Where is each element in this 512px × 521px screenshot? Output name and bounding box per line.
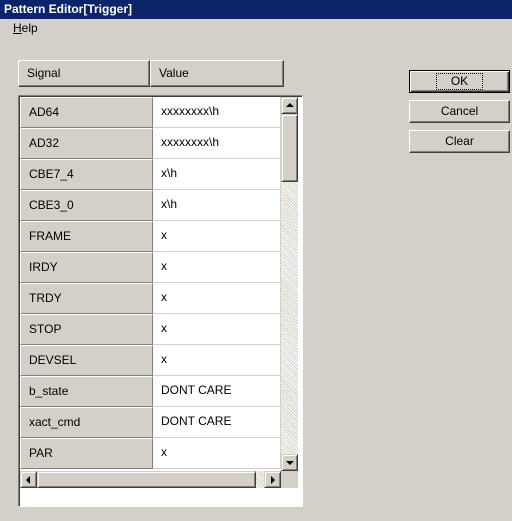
table-row[interactable]: AD64 xxxxxxxx\h [20, 97, 281, 128]
column-header-value[interactable]: Value [150, 60, 284, 87]
signal-value-cell[interactable]: x [153, 283, 281, 314]
column-header-signal[interactable]: Signal [18, 60, 150, 87]
vertical-scrollbar[interactable] [281, 97, 298, 471]
table-row[interactable]: DEVSEL x [20, 345, 281, 376]
grid-header: Signal Value [18, 60, 284, 87]
table-row[interactable]: TRDY x [20, 283, 281, 314]
signal-value-cell[interactable]: xxxxxxxx\h [153, 128, 281, 159]
title-bar[interactable]: Pattern Editor[Trigger] [0, 0, 512, 19]
scroll-right-button[interactable] [264, 471, 281, 488]
menu-bar: Help [0, 19, 512, 37]
clear-button[interactable]: Clear [409, 130, 510, 153]
arrow-up-icon [286, 103, 294, 107]
pattern-editor-window: Pattern Editor[Trigger] Help Signal Valu… [0, 0, 512, 521]
menu-help[interactable]: Help [11, 20, 40, 36]
arrow-left-icon [26, 476, 30, 484]
signal-value-cell[interactable]: x [153, 221, 281, 252]
signal-name-cell[interactable]: FRAME [20, 221, 153, 252]
signal-name-cell[interactable]: PAR [20, 438, 153, 469]
signal-name-cell[interactable]: CBE7_4 [20, 159, 153, 190]
signal-value-cell[interactable]: xxxxxxxx\h [153, 97, 281, 128]
signal-value-cell[interactable]: DONT CARE [153, 407, 281, 438]
signal-name-cell[interactable]: AD64 [20, 97, 153, 128]
table-row[interactable]: STOP x [20, 314, 281, 345]
horizontal-scrollbar[interactable] [20, 471, 281, 488]
signal-value-cell[interactable]: x [153, 314, 281, 345]
table-row[interactable]: IRDY x [20, 252, 281, 283]
scroll-up-button[interactable] [281, 97, 298, 114]
signal-value-cell[interactable]: x [153, 252, 281, 283]
scrollbar-corner [281, 471, 298, 488]
signal-name-cell[interactable]: DEVSEL [20, 345, 153, 376]
signal-grid-body: AD64 xxxxxxxx\h AD32 xxxxxxxx\h CBE7_4 x\h CBE… [19, 96, 302, 506]
menu-help-label: elp [21, 21, 38, 35]
signal-value-cell[interactable]: x\h [153, 159, 281, 190]
scroll-left-button[interactable] [20, 471, 37, 488]
window-title: Pattern Editor[Trigger] [4, 2, 133, 16]
signal-value-cell[interactable]: x [153, 345, 281, 376]
table-row[interactable]: xact_cmd DONT CARE [20, 407, 281, 438]
table-row[interactable]: CBE3_0 x\h [20, 190, 281, 221]
vertical-scroll-thumb[interactable] [281, 114, 298, 182]
signal-value-cell[interactable]: x\h [153, 190, 281, 221]
ok-button-label: OK [435, 73, 484, 90]
table-row[interactable]: FRAME x [20, 221, 281, 252]
signal-name-cell[interactable]: STOP [20, 314, 153, 345]
signal-value-cell[interactable]: DONT CARE [153, 376, 281, 407]
signal-name-cell[interactable]: TRDY [20, 283, 153, 314]
signal-name-cell[interactable]: IRDY [20, 252, 153, 283]
signal-name-cell[interactable]: b_state [20, 376, 153, 407]
table-row[interactable]: PAR x [20, 438, 281, 469]
grid-rows: AD64 xxxxxxxx\h AD32 xxxxxxxx\h CBE7_4 x\h CBE… [20, 97, 281, 469]
arrow-down-icon [286, 461, 294, 465]
cancel-button[interactable]: Cancel [409, 100, 510, 123]
signal-grid: AD64 xxxxxxxx\h AD32 xxxxxxxx\h CBE7_4 x\h CBE… [18, 95, 303, 507]
signal-name-cell[interactable]: CBE3_0 [20, 190, 153, 221]
table-row[interactable]: b_state DONT CARE [20, 376, 281, 407]
table-row[interactable]: AD32 xxxxxxxx\h [20, 128, 281, 159]
table-row[interactable]: CBE7_4 x\h [20, 159, 281, 190]
ok-button[interactable]: OK [409, 70, 510, 93]
horizontal-scroll-thumb[interactable] [37, 471, 256, 488]
scroll-down-button[interactable] [281, 454, 298, 471]
signal-name-cell[interactable]: xact_cmd [20, 407, 153, 438]
menu-help-hotkey: H [13, 21, 22, 35]
arrow-right-icon [271, 476, 275, 484]
signal-value-cell[interactable]: x [153, 438, 281, 469]
signal-name-cell[interactable]: AD32 [20, 128, 153, 159]
